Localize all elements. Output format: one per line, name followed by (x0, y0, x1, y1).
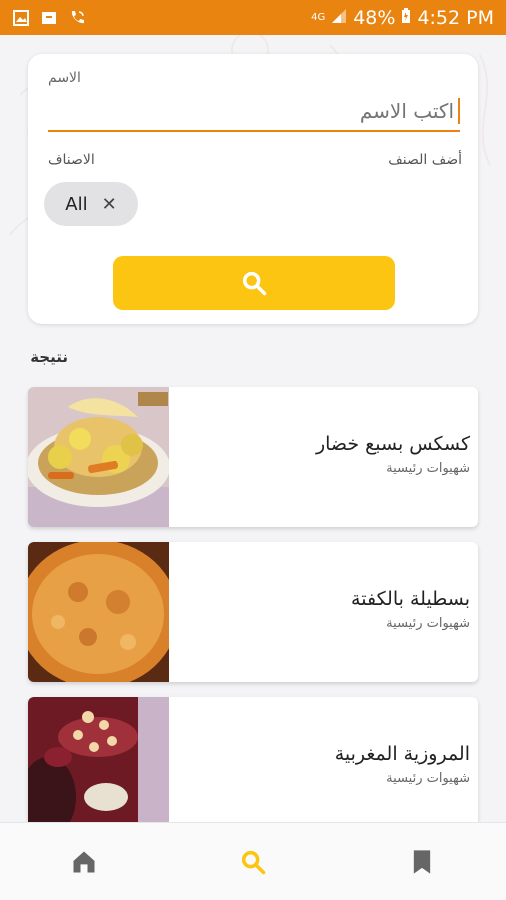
status-bar: 4G 48% 4:52 PM (0, 0, 506, 35)
search-card: الاسم الاصناف أضف الصنف All ✕ (28, 54, 478, 324)
status-right: 4G 48% 4:52 PM (311, 7, 494, 29)
signal-icon (331, 7, 347, 29)
add-category-button[interactable]: أضف الصنف (388, 152, 462, 168)
result-title: المروزية المغربية (334, 743, 470, 765)
name-input[interactable] (48, 92, 460, 132)
bookmark-icon (413, 849, 430, 874)
phone-icon (68, 9, 86, 27)
nav-bookmark[interactable] (392, 832, 452, 892)
category-chip-all[interactable]: All ✕ (44, 182, 138, 226)
box-icon (40, 9, 58, 27)
result-card[interactable]: بسطيلة بالكفتة شهيوات رئيسية (28, 542, 478, 682)
chip-label: All (65, 193, 88, 215)
result-title: بسطيلة بالكفتة (351, 588, 470, 610)
home-icon (73, 851, 95, 872)
result-subtitle: شهيوات رئيسية (386, 771, 470, 786)
search-icon (242, 271, 267, 296)
network-type: 4G (311, 12, 326, 23)
status-left-icons (12, 9, 86, 27)
text-cursor (458, 98, 460, 124)
couscous-image (28, 387, 169, 527)
result-card[interactable]: المروزية المغربية شهيوات رئيسية (28, 697, 478, 837)
result-title: كسكس بسبع خضار (315, 433, 470, 455)
mrouzia-image (28, 697, 169, 837)
result-subtitle: شهيوات رئيسية (386, 616, 470, 631)
nav-home[interactable] (54, 832, 114, 892)
close-icon[interactable]: ✕ (102, 194, 117, 215)
search-button[interactable] (113, 256, 395, 310)
search-icon (241, 850, 266, 874)
categories-label: الاصناف (48, 152, 95, 168)
name-label: الاسم (48, 70, 81, 86)
battery-level: 48% (353, 6, 396, 29)
pastilla-image (28, 542, 169, 682)
results-title: نتيجة (30, 348, 68, 366)
gallery-icon (12, 9, 30, 27)
battery-icon (401, 7, 411, 29)
bottom-nav (0, 822, 506, 900)
result-subtitle: شهيوات رئيسية (386, 461, 470, 476)
nav-search[interactable] (223, 832, 283, 892)
result-card[interactable]: كسكس بسبع خضار شهيوات رئيسية (28, 387, 478, 527)
clock: 4:52 PM (417, 6, 494, 29)
